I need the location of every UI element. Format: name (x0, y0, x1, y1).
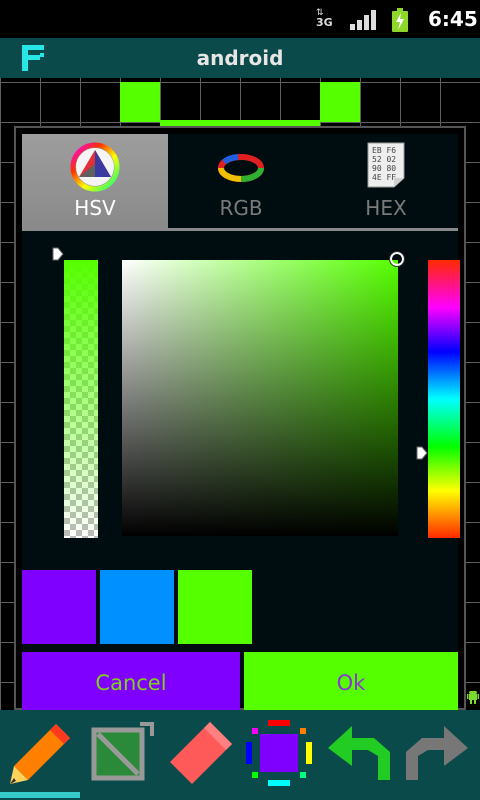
tab-rgb-label: RGB (219, 196, 263, 220)
redo-icon[interactable] (402, 718, 472, 788)
hue-slider[interactable] (428, 260, 460, 538)
hsv-wheel-icon (70, 142, 120, 192)
tab-hex[interactable]: EB F6 52 02 90 80 4E FF HEX (314, 134, 458, 228)
hex-table-icon: EB F6 52 02 90 80 4E FF (367, 142, 405, 188)
hue-slider-handle[interactable] (416, 446, 428, 460)
clock: 6:45 (428, 7, 478, 31)
eraser-icon[interactable] (166, 718, 236, 788)
tab-indicator-line (22, 228, 458, 231)
color-picker-icon[interactable] (244, 718, 314, 788)
recent-color-swatch[interactable] (178, 570, 252, 644)
tab-hex-label: HEX (365, 196, 407, 220)
canvas-pixel (120, 82, 160, 122)
alpha-slider[interactable] (64, 260, 98, 538)
recent-color-swatch[interactable] (22, 570, 96, 644)
active-tool-indicator (0, 792, 80, 798)
saturation-value-square[interactable] (122, 260, 398, 536)
status-bar: ⇅ 3G 6:45 (0, 0, 480, 38)
tool-bar (0, 710, 480, 800)
rgb-rings-icon (218, 154, 264, 182)
app-title: android (196, 46, 284, 70)
fill-bucket-icon[interactable] (88, 718, 158, 788)
undo-icon[interactable] (324, 718, 394, 788)
cancel-button-label: Cancel (95, 671, 167, 695)
cancel-button[interactable]: Cancel (22, 652, 240, 714)
picker-tabs: HSV RGB EB F6 52 02 90 80 4E FF HEX (22, 134, 458, 231)
tab-rgb[interactable]: RGB (168, 134, 314, 228)
sv-selector-handle[interactable] (388, 250, 406, 268)
signal-icon (350, 10, 376, 30)
network-type: 3G (316, 16, 333, 29)
network-indicator: ⇅ 3G (316, 8, 333, 29)
ok-button[interactable]: Ok (244, 652, 458, 714)
android-icon (467, 691, 479, 704)
alpha-slider-handle[interactable] (52, 247, 64, 261)
tab-hsv[interactable]: HSV (22, 134, 168, 228)
pencil-icon[interactable] (6, 718, 76, 788)
canvas-pixel (320, 82, 360, 122)
hex-icon-row: 4E FF (372, 173, 396, 182)
tab-hsv-label: HSV (74, 196, 116, 220)
recent-color-swatch[interactable] (100, 570, 174, 644)
ok-button-label: Ok (336, 671, 366, 695)
battery-icon (392, 8, 408, 32)
hex-icon-row: EB F6 (372, 146, 396, 155)
app-header: android (0, 38, 480, 78)
hex-icon-row: 52 02 (372, 155, 396, 164)
hex-icon-row: 90 80 (372, 164, 396, 173)
color-picker-dialog: HSV RGB EB F6 52 02 90 80 4E FF HEX Canc… (14, 126, 466, 714)
